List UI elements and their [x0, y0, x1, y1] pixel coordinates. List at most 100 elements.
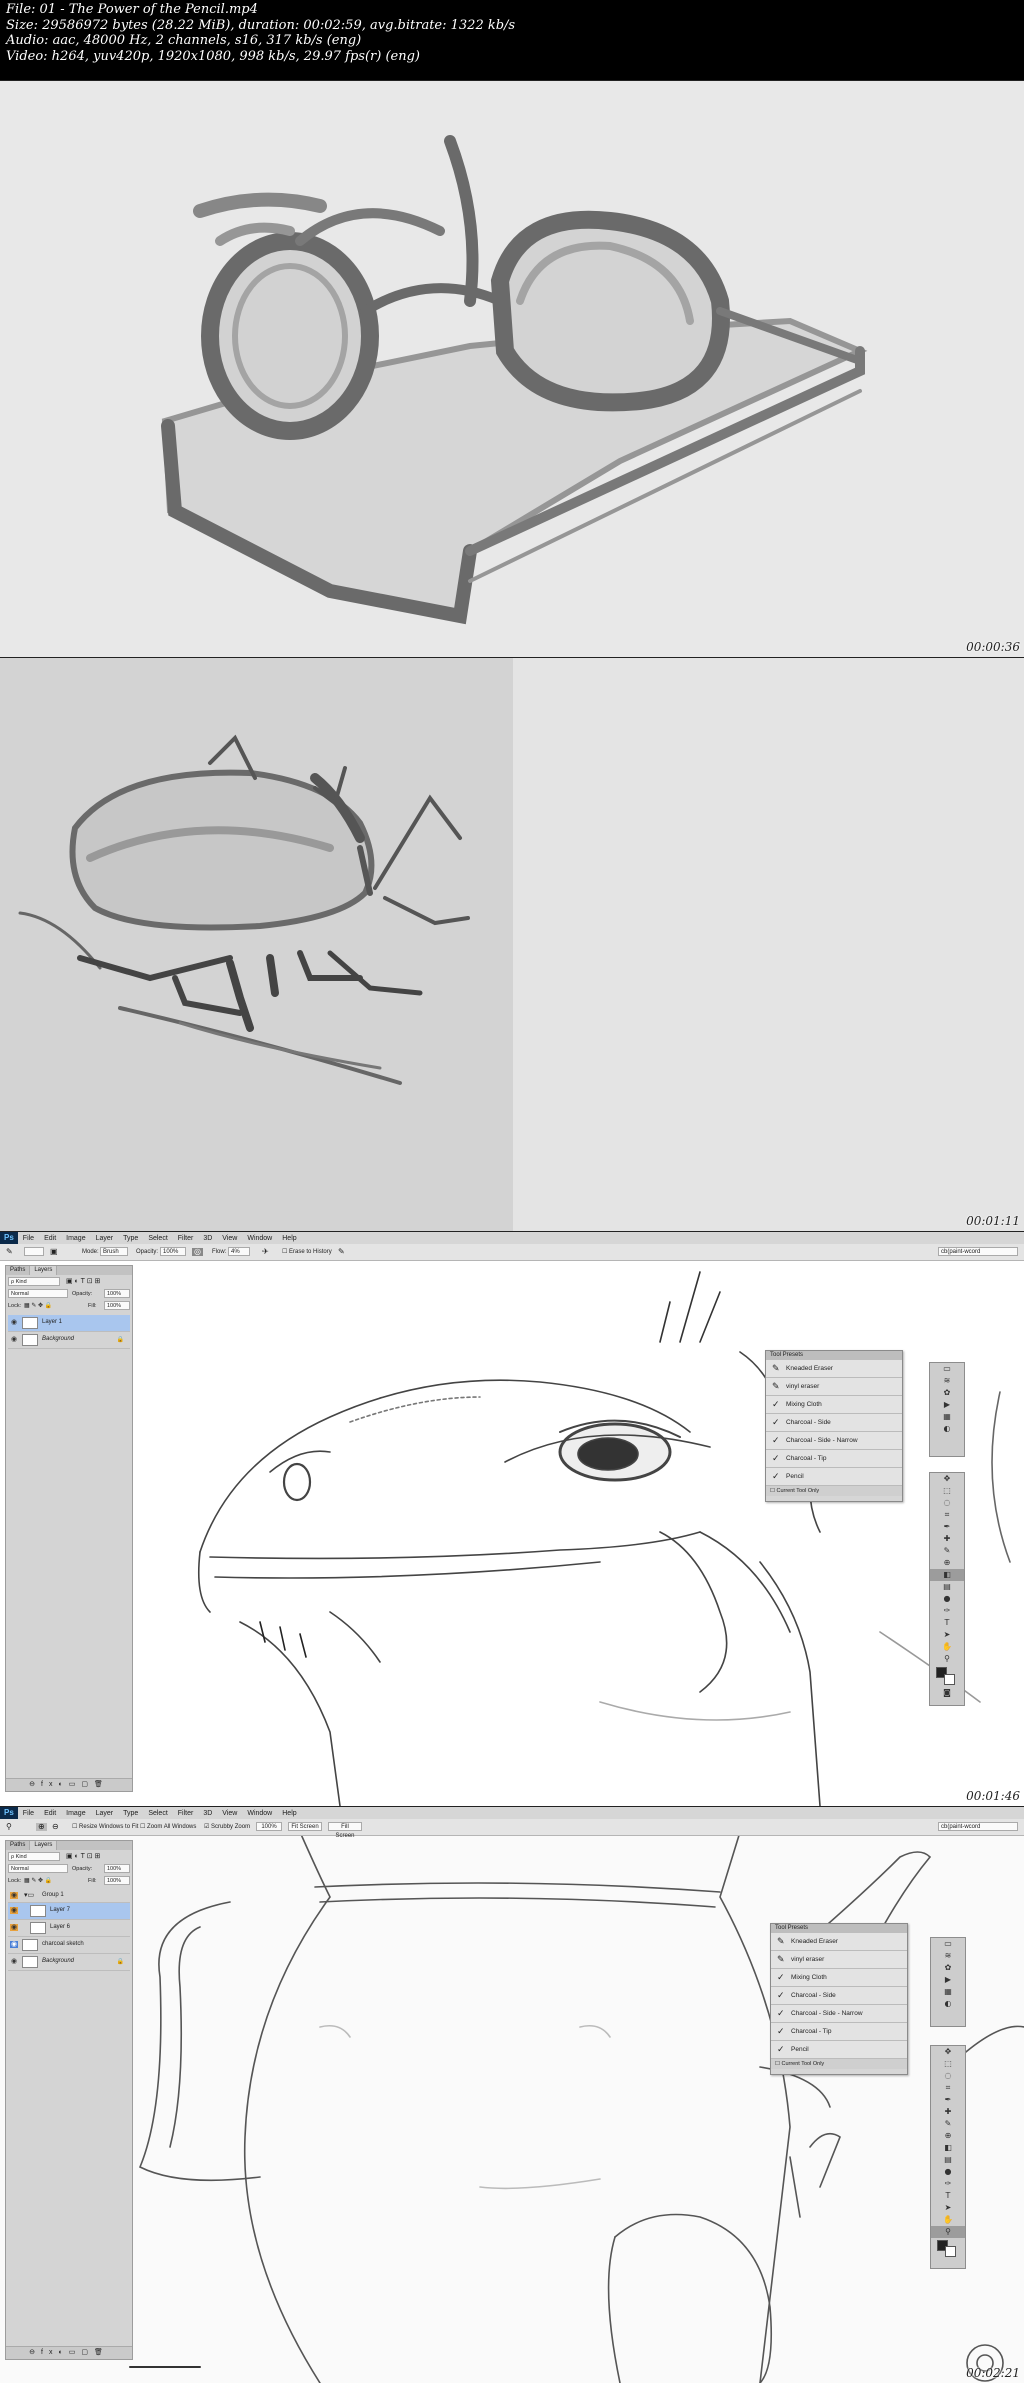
blend-mode-select[interactable]: Normal: [8, 1289, 68, 1298]
color-swatches[interactable]: [930, 1665, 964, 1687]
brush-panel-icon[interactable]: ▣: [50, 1248, 58, 1256]
preset-charcoal-side[interactable]: ✓ Charcoal - Side: [771, 1987, 907, 2005]
brush-panel-icon[interactable]: ≋: [930, 1375, 964, 1387]
visibility-eye-icon[interactable]: ◉: [10, 1907, 18, 1914]
swatches-icon[interactable]: ▦: [931, 1986, 965, 1998]
hand-tool-icon[interactable]: ✋: [930, 1641, 964, 1653]
history-icon[interactable]: ▭: [930, 1363, 964, 1375]
resize-windows-checkbox[interactable]: ☐ Resize Windows to Fit: [72, 1823, 138, 1831]
lock-icons[interactable]: ▦ ✎ ✥ 🔒: [24, 1876, 52, 1886]
preset-charcoal-side-narrow[interactable]: ✓ Charcoal - Side - Narrow: [771, 2005, 907, 2023]
brush-tool-icon[interactable]: ✎: [930, 1545, 964, 1557]
workspace-select[interactable]: cb(paint-wcord: [938, 1822, 1018, 1831]
flow-field[interactable]: 4%: [228, 1247, 250, 1256]
layer-row-layer-7[interactable]: ◉ Layer 7: [8, 1903, 130, 1920]
mode-select[interactable]: Brush: [100, 1247, 128, 1256]
healing-tool-icon[interactable]: ✚: [931, 2106, 965, 2118]
lock-icons[interactable]: ▦ ✎ ✥ 🔒: [24, 1301, 52, 1311]
filter-icons[interactable]: ▣ ◐ T ⊡ ⊞: [66, 1277, 100, 1287]
layer-opacity-field[interactable]: 100%: [104, 1289, 130, 1298]
background-color-swatch[interactable]: [944, 1674, 955, 1685]
preset-vinyl-eraser[interactable]: ✎ vinyl eraser: [771, 1951, 907, 1969]
airbrush-icon[interactable]: ✈: [262, 1248, 269, 1256]
lasso-tool-icon[interactable]: ◌: [930, 1497, 964, 1509]
layer-row-layer-1[interactable]: ◉ Layer 1: [8, 1315, 130, 1332]
layer-row-background[interactable]: ◉ Background 🔒: [8, 1332, 130, 1349]
visibility-eye-icon[interactable]: ◉: [10, 1336, 18, 1343]
pen-tool-icon[interactable]: ✑: [931, 2178, 965, 2190]
menu-filter[interactable]: Filter: [173, 1235, 199, 1242]
zoom-out-icon[interactable]: ⊖: [52, 1823, 59, 1831]
menu-edit[interactable]: Edit: [39, 1810, 61, 1817]
clone-tool-icon[interactable]: ⊕: [931, 2130, 965, 2142]
swatches-icon[interactable]: ▦: [930, 1411, 964, 1423]
menu-type[interactable]: Type: [118, 1810, 143, 1817]
pressure-opacity-icon[interactable]: ◎: [192, 1248, 203, 1256]
workspace-select[interactable]: cb(paint-wcord: [938, 1247, 1018, 1256]
gradient-tool-icon[interactable]: ▤: [930, 1581, 964, 1593]
dodge-tool-icon[interactable]: ●: [930, 1593, 964, 1605]
menu-layer[interactable]: Layer: [91, 1810, 119, 1817]
zoom-tool-icon[interactable]: ⚲: [931, 2226, 965, 2238]
marquee-tool-icon[interactable]: ⬚: [930, 1485, 964, 1497]
menu-window[interactable]: Window: [242, 1810, 277, 1817]
eraser-tool-icon[interactable]: ◧: [930, 1569, 964, 1581]
menu-help[interactable]: Help: [277, 1810, 301, 1817]
tab-paths[interactable]: Paths: [6, 1266, 31, 1275]
visibility-eye-icon[interactable]: ◉: [10, 1958, 18, 1965]
menu-3d[interactable]: 3D: [198, 1810, 217, 1817]
menu-layer[interactable]: Layer: [91, 1235, 119, 1242]
zoom-in-icon[interactable]: ⊕: [36, 1823, 47, 1831]
history-icon[interactable]: ▭: [931, 1938, 965, 1950]
tab-paths[interactable]: Paths: [6, 1841, 31, 1850]
clone-source-icon[interactable]: ✿: [931, 1962, 965, 1974]
menu-image[interactable]: Image: [61, 1235, 90, 1242]
crop-tool-icon[interactable]: ⌗: [930, 1509, 964, 1521]
menu-select[interactable]: Select: [143, 1235, 172, 1242]
type-tool-icon[interactable]: T: [931, 2190, 965, 2202]
move-tool-icon[interactable]: ✥: [930, 1473, 964, 1485]
visibility-eye-icon[interactable]: ◉: [10, 1924, 18, 1931]
menu-view[interactable]: View: [217, 1235, 242, 1242]
clone-tool-icon[interactable]: ⊕: [930, 1557, 964, 1569]
tab-layers[interactable]: Layers: [30, 1841, 58, 1850]
menu-select[interactable]: Select: [143, 1810, 172, 1817]
preset-mixing-cloth[interactable]: ✓ Mixing Cloth: [766, 1396, 902, 1414]
healing-tool-icon[interactable]: ✚: [930, 1533, 964, 1545]
background-color-swatch[interactable]: [945, 2246, 956, 2257]
menu-window[interactable]: Window: [242, 1235, 277, 1242]
menu-type[interactable]: Type: [118, 1235, 143, 1242]
eraser-tool-icon[interactable]: ◧: [931, 2142, 965, 2154]
eraser-tool-icon[interactable]: ✎: [6, 1248, 13, 1256]
erase-to-history-checkbox[interactable]: ☐ Erase to History: [282, 1248, 332, 1256]
menu-image[interactable]: Image: [61, 1810, 90, 1817]
filter-icons[interactable]: ▣ ◐ T ⊡ ⊞: [66, 1852, 100, 1862]
menu-filter[interactable]: Filter: [173, 1810, 199, 1817]
eyedropper-tool-icon[interactable]: ✒: [930, 1521, 964, 1533]
dodge-tool-icon[interactable]: ●: [931, 2166, 965, 2178]
actions-icon[interactable]: ▶: [931, 1974, 965, 1986]
layer-opacity-field[interactable]: 100%: [104, 1864, 130, 1873]
actions-icon[interactable]: ▶: [930, 1399, 964, 1411]
type-tool-icon[interactable]: T: [930, 1617, 964, 1629]
current-tool-only-checkbox[interactable]: ☐ Current Tool Only: [771, 2059, 907, 2069]
preset-pencil[interactable]: ✓ Pencil: [771, 2041, 907, 2059]
crop-tool-icon[interactable]: ⌗: [931, 2082, 965, 2094]
lasso-tool-icon[interactable]: ◌: [931, 2070, 965, 2082]
eyedropper-tool-icon[interactable]: ✒: [931, 2094, 965, 2106]
brush-tool-icon[interactable]: ✎: [931, 2118, 965, 2130]
path-select-icon[interactable]: ➤: [931, 2202, 965, 2214]
layer-filter-select[interactable]: ρ Kind: [8, 1852, 60, 1861]
layer-row-charcoal-sketch[interactable]: ◉ charcoal sketch: [8, 1937, 130, 1954]
preset-pencil[interactable]: ✓ Pencil: [766, 1468, 902, 1486]
ps-logo[interactable]: Ps: [0, 1807, 18, 1819]
blend-mode-select[interactable]: Normal: [8, 1864, 68, 1873]
menu-view[interactable]: View: [217, 1810, 242, 1817]
tab-layers[interactable]: Layers: [30, 1266, 58, 1275]
brush-size-picker[interactable]: [24, 1247, 44, 1256]
marquee-tool-icon[interactable]: ⬚: [931, 2058, 965, 2070]
brush-panel-icon[interactable]: ≋: [931, 1950, 965, 1962]
zoom-100-button[interactable]: 100%: [256, 1822, 282, 1831]
visibility-eye-icon[interactable]: ◉: [10, 1892, 18, 1899]
visibility-eye-icon[interactable]: ◉: [10, 1941, 18, 1948]
